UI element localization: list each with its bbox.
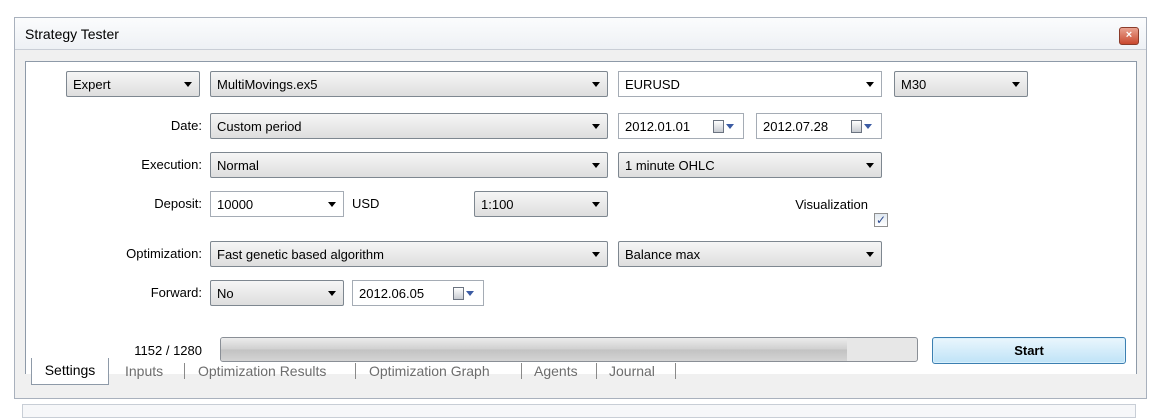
strategy-tester-window: Strategy Tester × Expert MultiMovings.ex… — [14, 17, 1147, 399]
date-to-picker[interactable]: 2012.07.28 — [756, 113, 882, 139]
date-from-value: 2012.01.01 — [625, 119, 691, 134]
window-title: Strategy Tester — [25, 26, 119, 42]
optimization-algorithm-value: Fast genetic based algorithm — [217, 247, 384, 262]
tab-optimization-graph[interactable]: Optimization Graph — [369, 363, 490, 379]
chevron-down-icon — [592, 202, 600, 207]
forward-mode-value: No — [217, 286, 234, 301]
close-icon: × — [1125, 29, 1133, 41]
lower-panel-edge — [22, 404, 1136, 418]
program-type-select[interactable]: Expert — [66, 71, 200, 97]
program-type-value: Expert — [73, 77, 111, 92]
settings-panel: Expert MultiMovings.ex5 EURUSD M30 Date:… — [25, 61, 1137, 374]
symbol-select[interactable]: EURUSD — [618, 71, 882, 97]
calendar-icon[interactable] — [851, 120, 873, 134]
expert-value: MultiMovings.ex5 — [217, 77, 318, 92]
calendar-icon[interactable] — [713, 120, 735, 134]
forward-date-picker[interactable]: 2012.06.05 — [352, 280, 484, 306]
calendar-icon[interactable] — [453, 287, 475, 301]
optimization-criterion-value: Balance max — [625, 247, 701, 262]
forward-label: Forward: — [150, 285, 202, 300]
tab-separator — [675, 363, 676, 379]
tick-model-select[interactable]: 1 minute OHLC — [618, 152, 882, 178]
chevron-down-icon — [592, 124, 600, 129]
chevron-down-icon — [184, 82, 192, 87]
chevron-down-icon — [866, 252, 874, 257]
tab-agents[interactable]: Agents — [534, 363, 578, 379]
tab-separator — [184, 363, 185, 379]
date-period-select[interactable]: Custom period — [210, 113, 608, 139]
leverage-value: 1:100 — [481, 197, 514, 212]
checkmark-icon: ✓ — [875, 213, 887, 227]
execution-label: Execution: — [141, 157, 202, 172]
chevron-down-icon — [592, 163, 600, 168]
date-label: Date: — [170, 118, 202, 133]
tab-separator — [596, 363, 597, 379]
forward-date-value: 2012.06.05 — [359, 286, 425, 301]
tab-inputs[interactable]: Inputs — [125, 363, 163, 379]
deposit-currency: USD — [352, 196, 380, 211]
chevron-down-icon — [328, 291, 336, 296]
optimization-label: Optimization: — [126, 246, 202, 261]
visualization-checkbox[interactable]: ✓ — [874, 213, 888, 227]
chevron-down-icon — [592, 252, 600, 257]
progress-count: 1152 / 1280 — [134, 343, 202, 358]
tick-model-value: 1 minute OHLC — [625, 158, 715, 173]
tab-separator — [521, 363, 522, 379]
optimization-algorithm-select[interactable]: Fast genetic based algorithm — [210, 241, 608, 267]
execution-mode-value: Normal — [217, 158, 259, 173]
title-bar: Strategy Tester × — [15, 18, 1146, 50]
date-to-value: 2012.07.28 — [763, 119, 829, 134]
deposit-amount-select[interactable]: 10000 — [210, 191, 344, 217]
symbol-value: EURUSD — [625, 77, 680, 92]
forward-mode-select[interactable]: No — [210, 280, 344, 306]
leverage-select[interactable]: 1:100 — [474, 191, 608, 217]
visualization-label: Visualization — [795, 197, 868, 212]
tab-journal[interactable]: Journal — [609, 363, 655, 379]
chevron-down-icon — [328, 202, 336, 207]
timeframe-select[interactable]: M30 — [894, 71, 1028, 97]
timeframe-value: M30 — [901, 77, 927, 92]
expert-select[interactable]: MultiMovings.ex5 — [210, 71, 608, 97]
date-from-picker[interactable]: 2012.01.01 — [618, 113, 744, 139]
chevron-down-icon — [592, 82, 600, 87]
chevron-down-icon — [866, 82, 874, 87]
close-button[interactable]: × — [1119, 27, 1139, 45]
deposit-label: Deposit: — [154, 196, 202, 211]
tab-separator — [355, 363, 356, 379]
date-period-value: Custom period — [217, 119, 302, 134]
deposit-amount-value: 10000 — [217, 197, 254, 212]
execution-mode-select[interactable]: Normal — [210, 152, 608, 178]
optimization-criterion-select[interactable]: Balance max — [618, 241, 882, 267]
chevron-down-icon — [866, 163, 874, 168]
tab-optimization-results[interactable]: Optimization Results — [198, 363, 326, 379]
chevron-down-icon — [1012, 82, 1020, 87]
tab-settings[interactable]: Settings — [31, 358, 109, 385]
tab-bar: Settings Inputs Optimization Results Opt… — [25, 358, 1135, 385]
